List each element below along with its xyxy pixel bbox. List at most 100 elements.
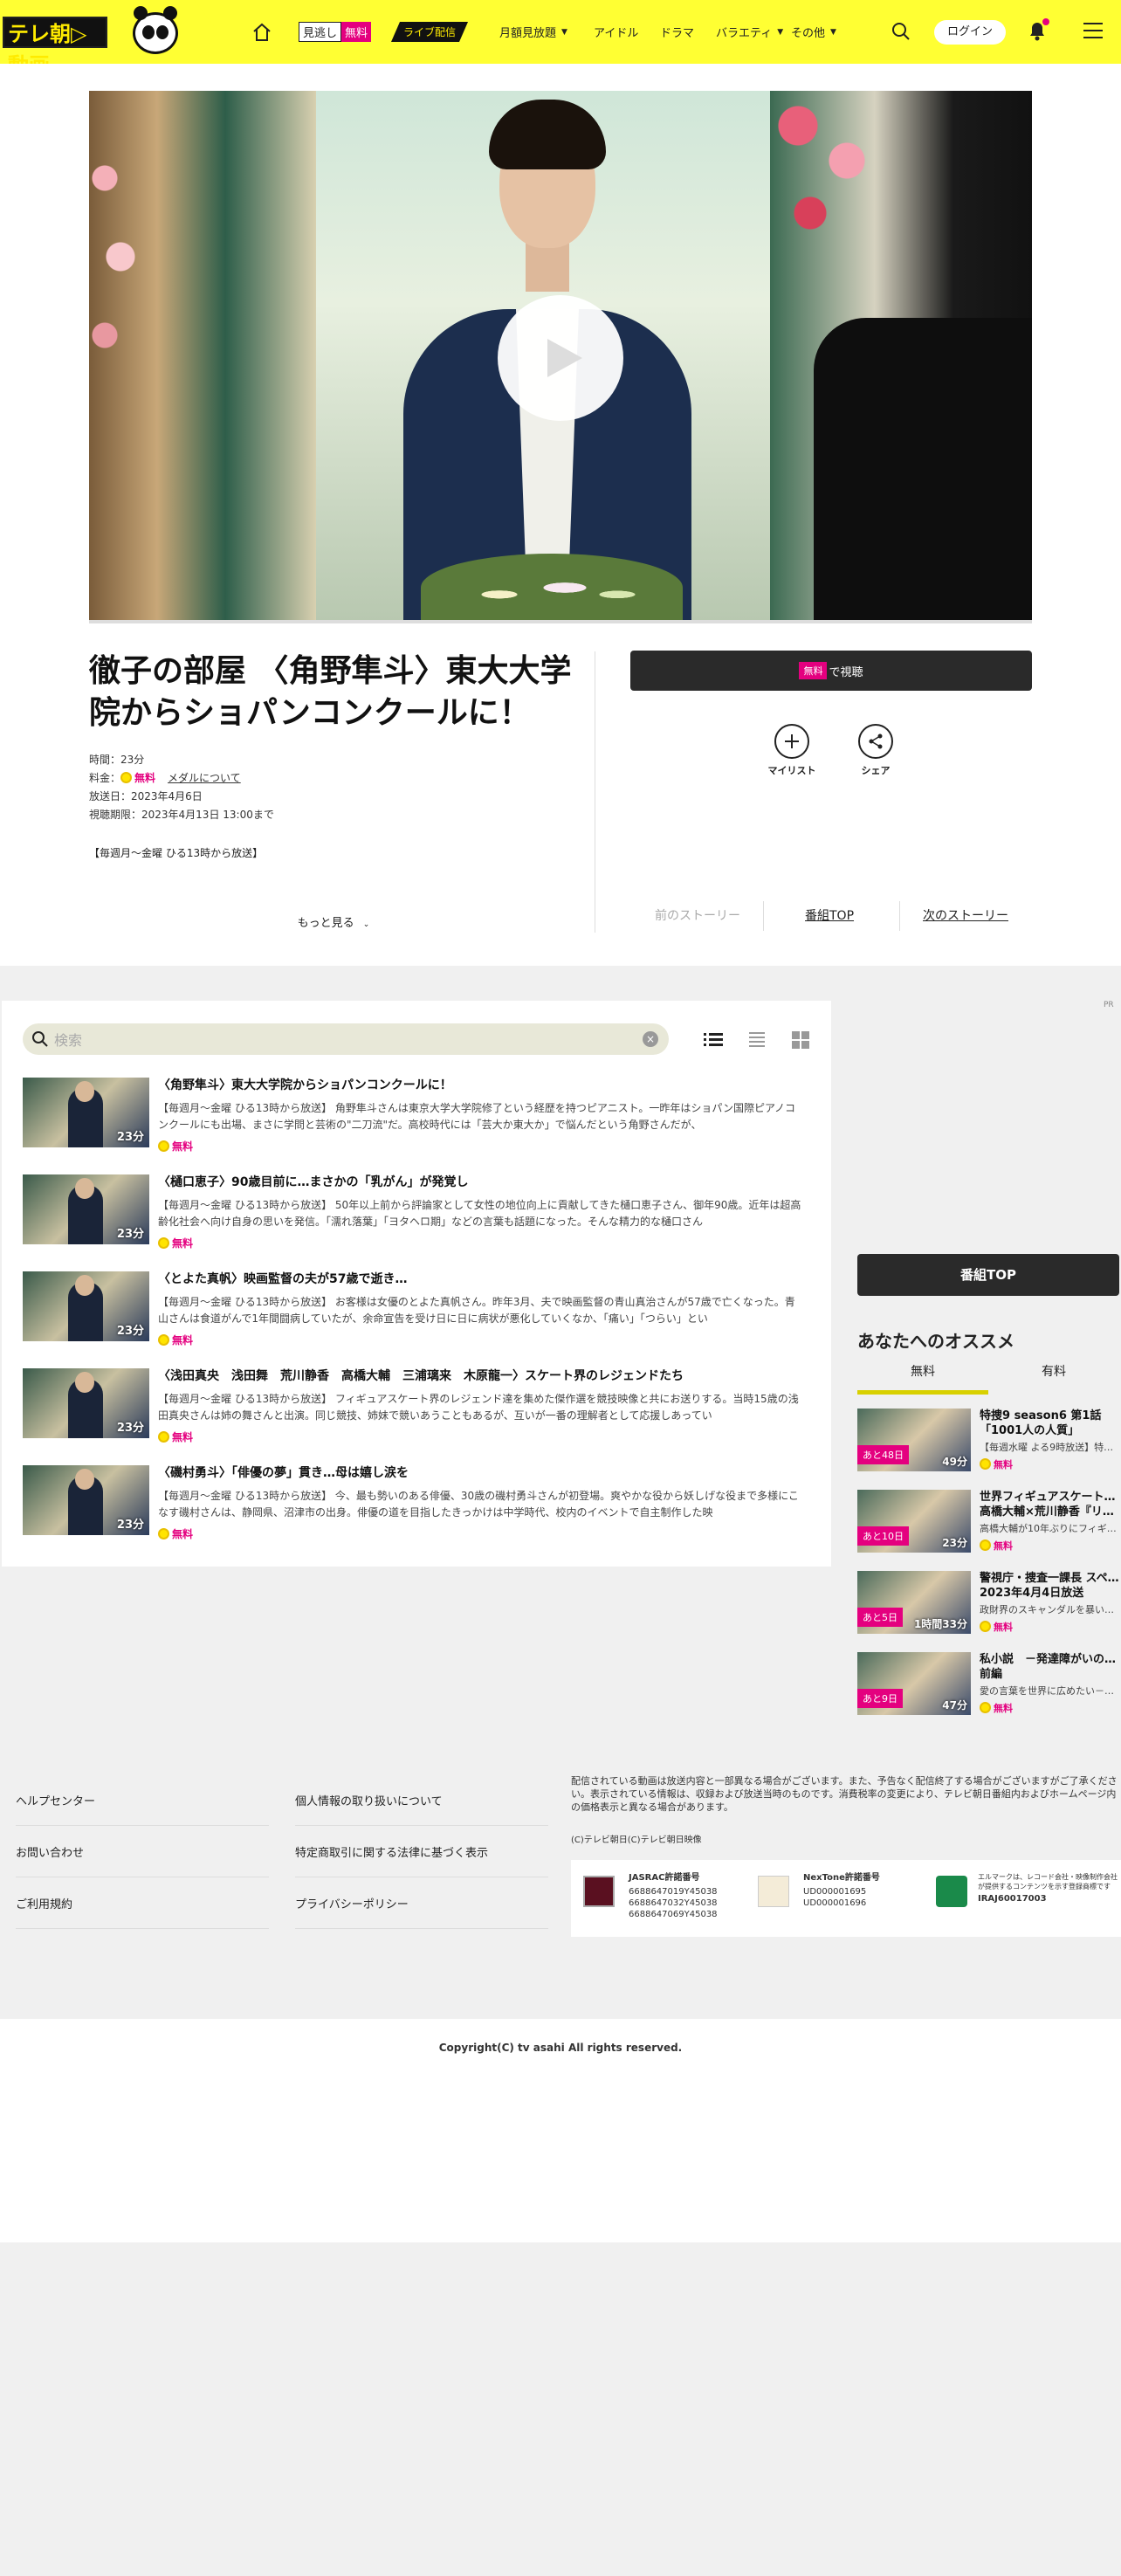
program-top-button[interactable]: 番組TOP: [857, 1254, 1119, 1296]
search-icon[interactable]: [891, 21, 911, 42]
search-input[interactable]: 検索 ×: [23, 1023, 669, 1055]
nav-label: 月額見放題: [499, 27, 557, 40]
episode-duration: 23分: [116, 1422, 144, 1435]
nav-live[interactable]: ライブ配信: [391, 0, 468, 64]
medal-coin-icon: [158, 1237, 169, 1249]
compact-view-icon[interactable]: [747, 1030, 767, 1050]
recommend-description: 政財界のスキャンダルを暴い…: [980, 1604, 1114, 1615]
nav-free-catchup[interactable]: 見逃し 無料: [299, 0, 372, 64]
nextone-title: NexTone許諾番号: [803, 1873, 880, 1883]
recommend-item[interactable]: あと5日 1時間33分 警視庁・捜査一課長 スペ… 2023年4月4日放送 政財界…: [857, 1571, 1119, 1634]
recommend-title-text: 警視庁・捜査一課長 スペ… 2023年4月4日放送: [980, 1572, 1119, 1600]
share-icon[interactable]: [858, 724, 893, 759]
episode-thumbnail: 23分: [23, 1368, 149, 1438]
login-button[interactable]: ログイン: [934, 20, 1006, 45]
recommend-duration: 1時間33分: [913, 1618, 967, 1630]
jasrac-title: JASRAC許諾番号: [629, 1873, 700, 1883]
recommend-item[interactable]: あと10日 23分 世界フィギュアスケート… 高橋大輔×荒川静香『リ… 高橋大輔が…: [857, 1490, 1119, 1553]
nav-monthly[interactable]: 月額見放題 ▼: [499, 0, 567, 64]
tab-free[interactable]: 無料: [857, 1362, 988, 1395]
chevron-down-icon: ⌄: [362, 920, 370, 929]
clear-search-icon[interactable]: ×: [643, 1031, 658, 1047]
site-logo[interactable]: テレ朝▷動画: [0, 0, 218, 64]
logo-text: テレ朝▷動画: [3, 17, 107, 64]
recommend-thumbnail: あと48日 49分: [857, 1409, 971, 1471]
play-button-icon[interactable]: [498, 295, 623, 421]
price-row: 料金： 無料 メダルについて: [89, 769, 578, 788]
recommend-duration: 23分: [942, 1537, 967, 1549]
watch-button[interactable]: 無料 で視聴: [630, 651, 1032, 691]
hamburger-menu-icon[interactable]: [1083, 23, 1103, 40]
nav-idol[interactable]: アイドル: [594, 0, 638, 64]
medal-coin-icon: [158, 1334, 169, 1346]
progress-bar[interactable]: [89, 620, 1032, 623]
recommend-duration: 49分: [942, 1456, 967, 1468]
medal-info-link[interactable]: メダルについて: [168, 772, 241, 784]
episode-duration: 23分: [116, 1519, 144, 1532]
nav-label: アイドル: [594, 27, 639, 40]
price-value: 無料: [172, 1528, 194, 1540]
footer-link-terms[interactable]: ご利用規約: [16, 1877, 269, 1929]
jasrac-number: 6688647032Y45038: [629, 1898, 718, 1908]
footer-link-help[interactable]: ヘルプセンター: [16, 1774, 269, 1826]
episode-price: 無料: [158, 1333, 193, 1347]
episode-description: 【毎週月～金曜 ひる13時から放送】 フィギュアスケート界のレジェンド達を集めた…: [158, 1393, 799, 1422]
recommend-title-text: 私小説 －発達障がいの… 前編: [980, 1653, 1117, 1681]
jasrac-number: 6688647069Y45038: [629, 1910, 718, 1919]
grid-view-icon[interactable]: [791, 1030, 810, 1050]
nav-variety[interactable]: バラエティ ▼: [716, 0, 783, 64]
duration-label: 時間：: [89, 754, 121, 766]
watch-deadline: 視聴期限：2023年4月13日 13:00まで: [89, 809, 274, 821]
live-tag: ライブ配信: [391, 22, 468, 42]
footer-link-privacy-handling[interactable]: 個人情報の取り扱いについて: [295, 1774, 548, 1826]
nav-other[interactable]: その他 ▼: [791, 0, 836, 64]
share-label: シェア: [861, 765, 891, 776]
program-meta: 時間：23分 料金： 無料 メダルについて 放送日：2023年4月6日 視聴期限：2…: [89, 751, 578, 824]
footer-link-commercial-law[interactable]: 特定商取引に関する法律に基づく表示: [295, 1826, 548, 1877]
episode-item[interactable]: 23分 〈とよた真帆〉映画監督の夫が57歳で逝き… 【毎週月～金曜 ひる13時か…: [23, 1271, 826, 1347]
medal-coin-icon: [980, 1539, 991, 1551]
program-top-link[interactable]: 番組TOP: [805, 906, 854, 924]
recommend-item[interactable]: あと48日 49分 特捜9 season6 第1話「1001人の人質」 【毎週水曜…: [857, 1409, 1119, 1471]
days-left-badge: あと48日: [857, 1445, 909, 1464]
medal-coin-icon: [980, 1458, 991, 1470]
prev-story-link[interactable]: 前のストーリー: [655, 906, 740, 924]
medal-coin-icon: [980, 1702, 991, 1713]
episode-title: 〈とよた真帆〉映画監督の夫が57歳で逝き…: [158, 1272, 408, 1286]
l-mark-code: IRAJ60017003: [978, 1894, 1047, 1904]
recommend-thumbnail: あと9日 47分: [857, 1652, 971, 1715]
price-value: 無料: [172, 1334, 194, 1347]
nav-label: ドラマ: [660, 27, 695, 40]
episode-description: 【毎週月～金曜 ひる13時から放送】 50年以上前から評論家として女性の地位向上…: [158, 1199, 801, 1228]
free-tag-a: 見逃し: [299, 22, 342, 42]
price-value: 無料: [994, 1703, 1013, 1714]
nav-label: その他: [791, 27, 826, 40]
pr-label: PR: [1104, 1001, 1114, 1009]
episode-item[interactable]: 23分 〈磯村勇斗〉「俳優の夢」貫き…母は嬉し涙を 【毎週月～金曜 ひる13時か…: [23, 1465, 826, 1540]
bouquet-image: [421, 554, 683, 622]
nav-drama[interactable]: ドラマ: [660, 0, 694, 64]
days-left-badge: あと9日: [857, 1689, 903, 1708]
footer-link-contact[interactable]: お問い合わせ: [16, 1826, 269, 1877]
show-more-button[interactable]: もっと見る ⌄: [89, 913, 578, 930]
recommend-title-text: 特捜9 season6 第1話「1001人の人質」: [980, 1409, 1102, 1437]
episode-thumbnail: 23分: [23, 1271, 149, 1341]
program-info: 徹子の部屋 〈角野隼斗〉東大大学院からショパンコンクールに！ 時間：23分 料金…: [89, 650, 578, 860]
episode-item[interactable]: 23分 〈角野隼斗〉東大大学院からショパンコンクールに！ 【毎週月～金曜 ひる1…: [23, 1078, 826, 1153]
price-value: 無料: [994, 1622, 1013, 1633]
flowers-image: [89, 126, 141, 388]
video-player[interactable]: [89, 91, 1032, 622]
mylist-add-icon[interactable]: [774, 724, 809, 759]
recommend-item[interactable]: あと9日 47分 私小説 －発達障がいの… 前編 愛の言葉を世界に広めたい－… 無…: [857, 1652, 1119, 1715]
episode-item[interactable]: 23分 〈浅田真央 浅田舞 荒川静香 高橋大輔 三浦璃来 木原龍一〉スケート界の…: [23, 1368, 826, 1443]
jasrac-number: 6688647019Y45038: [629, 1887, 718, 1897]
next-story-link[interactable]: 次のストーリー: [923, 906, 1008, 924]
list-view-icon[interactable]: [704, 1030, 723, 1050]
home-icon[interactable]: [251, 0, 272, 64]
price-value: 無料: [134, 772, 156, 784]
footer-link-privacy-policy[interactable]: プライバシーポリシー: [295, 1877, 548, 1929]
episode-price: 無料: [158, 1139, 193, 1154]
episode-item[interactable]: 23分 〈樋口恵子〉90歳目前に…まさかの「乳がん」が発覚し 【毎週月～金曜 ひ…: [23, 1174, 826, 1250]
recommend-price: 無料: [980, 1539, 1013, 1553]
tab-paid[interactable]: 有料: [988, 1362, 1119, 1390]
